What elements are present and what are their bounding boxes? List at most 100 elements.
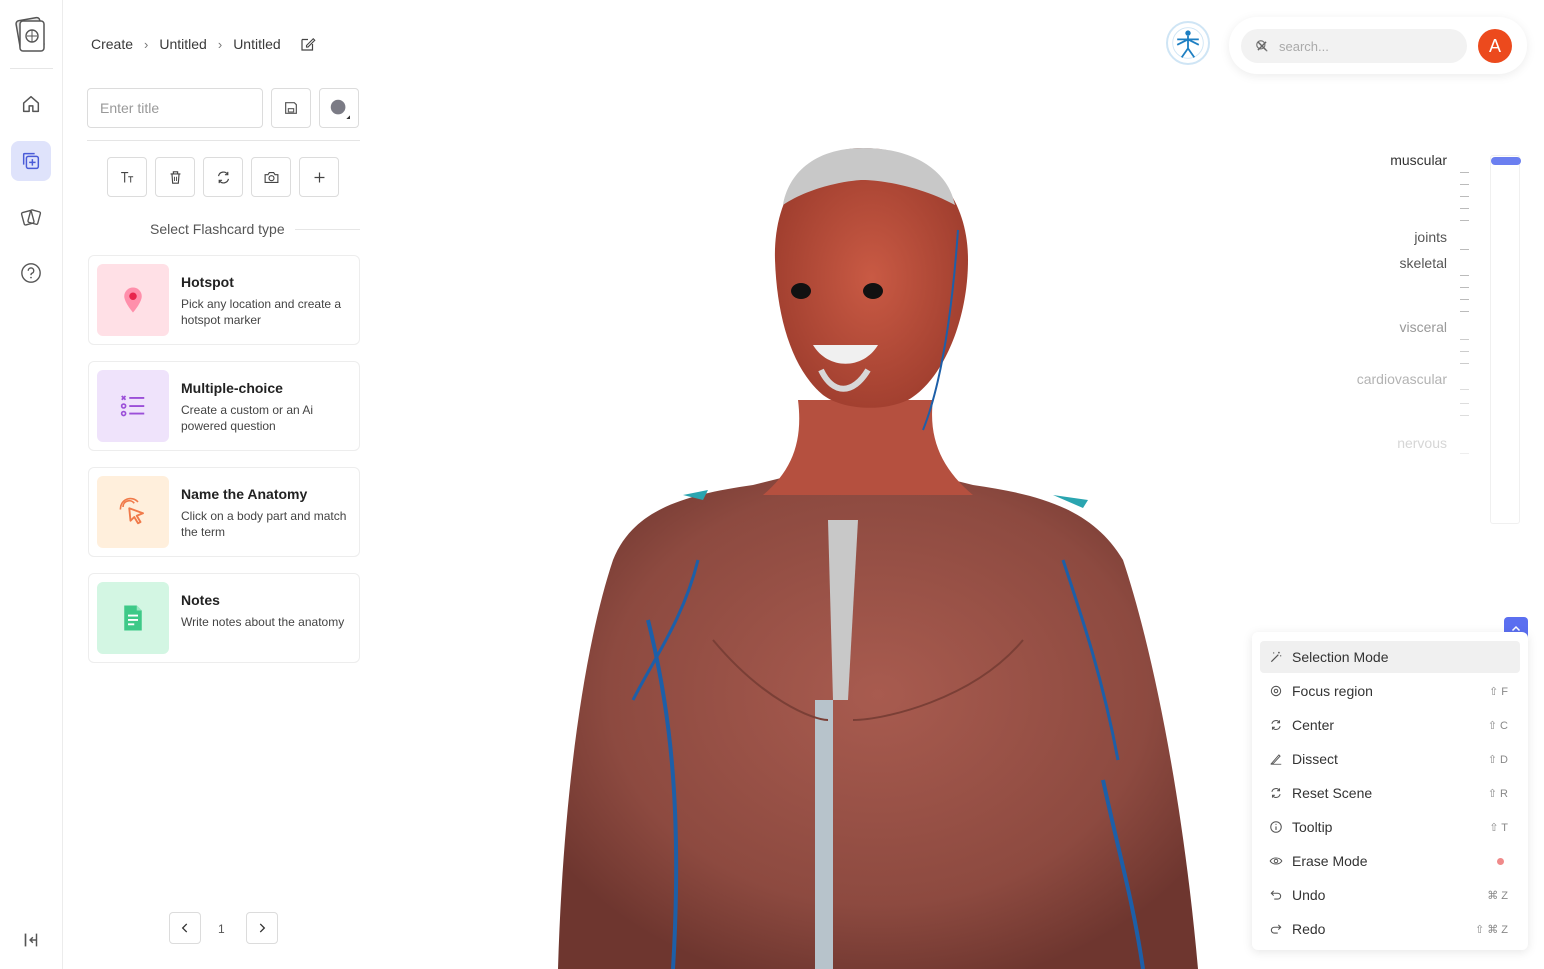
shortcut-label: ⇧ D [1487,753,1508,766]
layer-slider[interactable] [1490,155,1521,524]
decks-button[interactable] [11,197,51,237]
search-field[interactable] [1241,29,1467,63]
multiple-choice-card[interactable]: Multiple-choice Create a custom or an Ai… [88,361,360,451]
body-view-button[interactable] [1166,21,1210,65]
breadcrumb: Create › Untitled › Untitled [91,35,317,53]
vitruvian-man-icon [1172,27,1204,59]
add-card-icon [22,152,40,170]
menu-dissect[interactable]: Dissect ⇧ D [1260,743,1520,775]
color-swatch-icon [330,99,350,119]
menu-erase-mode[interactable]: Erase Mode [1260,845,1520,877]
redo-icon [1270,924,1282,934]
help-icon [21,263,41,283]
layer-cardiovascular[interactable]: cardiovascular [1357,371,1447,387]
layer-slider-handle[interactable] [1491,157,1521,165]
card-description: Create a custom or an Ai powered questio… [181,403,314,433]
shortcut-label: ⇧ F [1489,685,1508,698]
layer-skeletal[interactable]: skeletal [1400,255,1447,271]
screenshot-button[interactable] [251,157,291,197]
shortcut-label: ⇧ R [1487,787,1508,800]
menu-tooltip[interactable]: Tooltip ⇧ T [1260,811,1520,843]
collapse-sidebar-button[interactable] [11,920,51,960]
text-format-button[interactable] [107,157,147,197]
undo-icon [1270,890,1282,900]
refresh-button[interactable] [203,157,243,197]
breadcrumb-deck[interactable]: Untitled [159,36,206,52]
cards-logo-icon [15,16,45,52]
layer-nervous[interactable]: nervous [1397,435,1447,451]
layer-visceral[interactable]: visceral [1400,319,1447,335]
home-button[interactable] [11,84,51,124]
help-button[interactable] [11,253,51,293]
notes-card[interactable]: Notes Write notes about the anatomy [88,573,360,663]
app-logo[interactable] [14,16,48,54]
search-input[interactable] [1279,35,1429,57]
color-picker-button[interactable] [319,88,359,128]
breadcrumb-create[interactable]: Create [91,36,133,52]
menu-redo[interactable]: Redo ⇧ ⌘ Z [1260,913,1520,945]
name-the-anatomy-card[interactable]: Name the Anatomy Click on a body part an… [88,467,360,557]
chevron-right-icon: › [144,36,149,52]
rotate-icon [1271,720,1281,730]
card-title: Name the Anatomy [181,486,308,502]
create-button[interactable] [11,141,51,181]
save-icon [285,102,297,114]
hotspot-card[interactable]: Hotspot Pick any location and create a h… [88,255,360,345]
card-description: Pick any location and create a hotspot m… [181,297,342,327]
checklist-icon [120,395,145,417]
home-icon [22,95,40,113]
target-icon [1270,685,1282,697]
avatar[interactable]: A [1478,29,1512,63]
chevron-right-icon: › [217,36,223,52]
layer-scale [1460,170,1470,470]
sidebar-collapse-icon [24,933,38,947]
scalpel-icon [1270,754,1282,765]
tools-menu: Selection Mode Focus region ⇧ F Center ⇧… [1252,632,1528,950]
menu-center[interactable]: Center ⇧ C [1260,709,1520,741]
add-button[interactable] [299,157,339,197]
reset-icon [1271,788,1281,798]
layer-muscular[interactable]: muscular [1390,152,1447,168]
chevron-left-icon [181,923,188,933]
shortcut-label: ⇧ ⌘ Z [1474,923,1508,936]
save-button[interactable] [271,88,311,128]
menu-reset-scene[interactable]: Reset Scene ⇧ R [1260,777,1520,809]
rail-divider [10,68,53,69]
hotspot-card-icon-box [97,264,169,336]
cards-icon [20,209,42,226]
prev-page-button[interactable] [169,912,201,944]
shortcut-label: ⌘ Z [1487,889,1508,902]
card-title: Notes [181,592,220,608]
pointer-click-icon [119,497,144,525]
text-size-icon [120,171,133,182]
search-bar: A [1229,17,1527,74]
menu-focus-region[interactable]: Focus region ⇧ F [1260,675,1520,707]
document-icon [124,605,142,631]
camera-icon [264,171,278,183]
location-pin-icon [124,287,142,313]
refresh-icon [217,171,229,183]
notes-card-icon-box [97,582,169,654]
page-number: 1 [218,922,225,936]
info-icon [1270,821,1282,833]
magic-wand-icon [1270,651,1282,663]
shortcut-label: ⇧ T [1489,821,1508,834]
trash-icon [170,170,180,184]
card-description: Click on a body part and match the term [181,509,347,539]
delete-button[interactable] [155,157,195,197]
menu-undo[interactable]: Undo ⌘ Z [1260,879,1520,911]
eye-icon [1269,857,1283,865]
next-page-button[interactable] [246,912,278,944]
multiple-choice-card-icon-box [97,370,169,442]
title-input[interactable] [87,88,263,128]
card-description: Write notes about the anatomy [181,615,345,629]
breadcrumb-card[interactable]: Untitled [233,36,280,52]
edit-icon[interactable] [299,35,317,53]
menu-selection-mode[interactable]: Selection Mode [1260,641,1520,673]
shortcut-label: ⇧ C [1487,719,1508,732]
close-icon[interactable] [1255,39,1269,53]
plus-icon [314,172,324,182]
layer-joints[interactable]: joints [1414,229,1447,245]
erase-mode-status-dot [1497,857,1504,865]
flashcard-type-heading: Select Flashcard type [87,221,360,237]
